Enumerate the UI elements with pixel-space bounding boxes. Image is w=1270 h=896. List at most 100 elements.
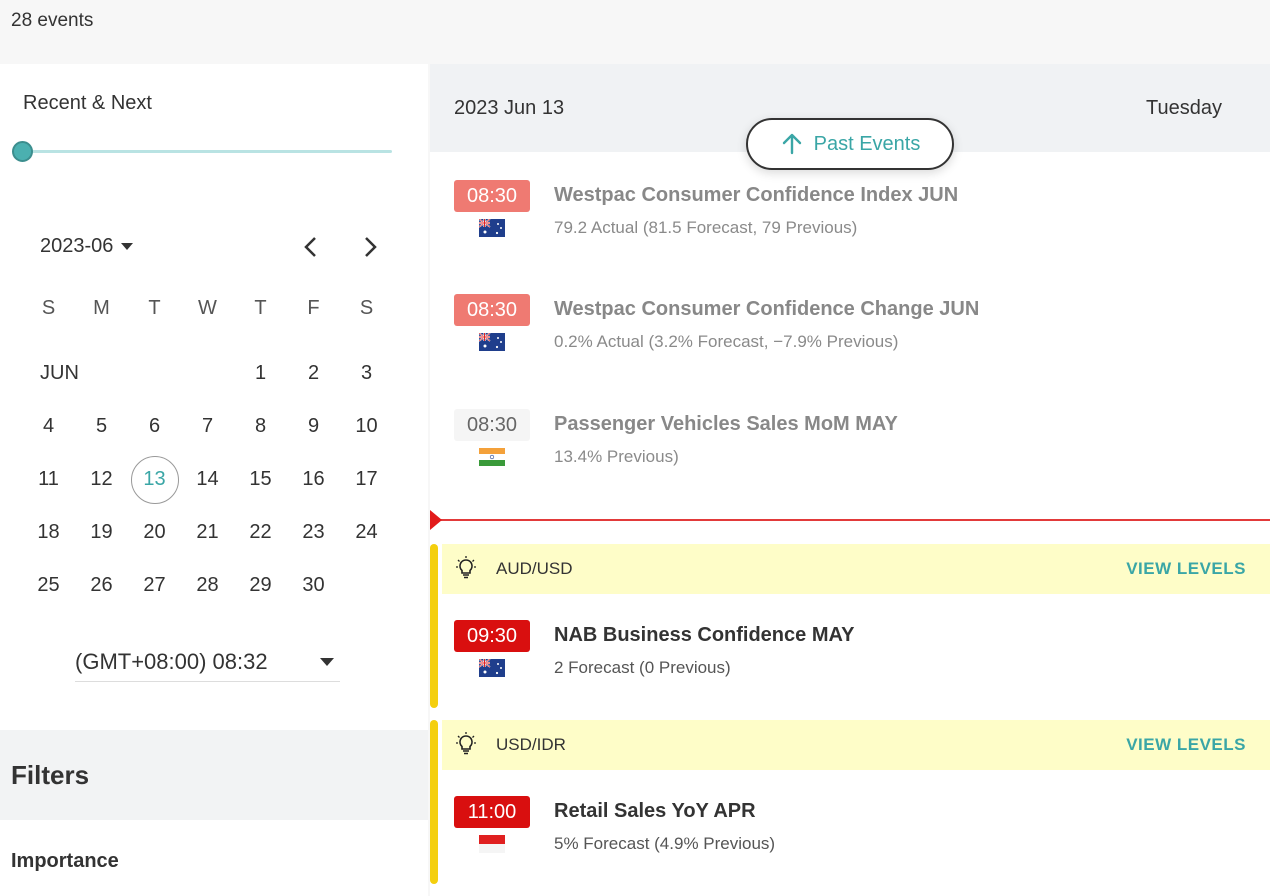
event-time-badge: 08:30 [454, 294, 530, 326]
calendar-day[interactable]: 11 [22, 459, 75, 499]
calendar-day[interactable]: 30 [287, 565, 340, 605]
calendar-empty [75, 353, 128, 393]
month-select-value: 2023-06 [40, 235, 114, 257]
calendar-day[interactable]: 21 [181, 512, 234, 552]
range-slider-track[interactable] [22, 150, 392, 153]
calendar-day[interactable]: 8 [234, 406, 287, 446]
currency-pair: AUD/USD [496, 559, 573, 578]
event-detail: 13.4% Previous) [554, 447, 679, 466]
event-title: Passenger Vehicles Sales MoM MAY [554, 413, 898, 435]
event-row[interactable]: 09:30 NAB Business Confidence MAY 2 Fore… [430, 620, 1270, 700]
australia-flag-icon [479, 219, 505, 237]
caret-down-icon [121, 243, 134, 250]
past-events-label: Past Events [813, 132, 921, 155]
prev-month-button[interactable] [296, 232, 326, 262]
australia-flag-icon [479, 333, 505, 351]
date-label: 2023 Jun 13 [454, 97, 565, 119]
past-events-button[interactable]: Past Events [746, 118, 954, 170]
calendar-day[interactable]: 9 [287, 406, 340, 446]
filters-title: Filters [11, 760, 90, 790]
indonesia-flag-icon [479, 835, 505, 853]
event-title: Westpac Consumer Confidence Index JUN [554, 184, 959, 206]
calendar-day[interactable]: 17 [340, 459, 393, 499]
calendar-day[interactable]: 5 [75, 406, 128, 446]
calendar-empty [181, 353, 234, 393]
event-title: Retail Sales YoY APR [554, 800, 756, 822]
calendar-week: 18 19 20 21 22 23 24 [22, 512, 393, 552]
sidebar: Recent & Next 2023-06 S M T W T F S JUN … [0, 64, 428, 896]
calendar-day[interactable]: 19 [75, 512, 128, 552]
view-levels-link[interactable]: VIEW LEVELS [1126, 735, 1246, 755]
calendar-day[interactable]: 3 [340, 353, 393, 393]
calendar-day[interactable]: 26 [75, 565, 128, 605]
event-row[interactable]: 11:00 Retail Sales YoY APR 5% Forecast (… [430, 796, 1270, 876]
calendar-empty [340, 565, 393, 605]
weekday-label: S [41, 297, 56, 319]
caret-down-icon [320, 657, 334, 666]
calendar-day[interactable]: 6 [128, 406, 181, 446]
events-list: 2023 Jun 13 Tuesday Past Events 08:30 We… [430, 64, 1270, 896]
arrow-up-icon [782, 133, 801, 155]
calendar-day[interactable]: 28 [181, 565, 234, 605]
chevron-right-icon [365, 237, 377, 257]
calendar-day[interactable]: 27 [128, 565, 181, 605]
next-month-button[interactable] [355, 232, 385, 262]
day-label: Tuesday [1146, 97, 1222, 119]
event-row[interactable]: 08:30 Westpac Consumer Confidence Change… [430, 294, 1270, 374]
event-time-badge: 09:30 [454, 620, 530, 652]
calendar-day[interactable]: 1 [234, 353, 287, 393]
timezone-value: (GMT+08:00) 08:32 [75, 648, 268, 674]
events-count: 28 events [11, 10, 94, 31]
weekday-label: T [148, 297, 161, 319]
calendar-week: 1 2 3 [22, 353, 393, 393]
event-group: USD/IDR VIEW LEVELS 11:00 Retail Sales Y… [430, 720, 1270, 890]
group-header: USD/IDR VIEW LEVELS [442, 720, 1270, 770]
calendar-week: 25 26 27 28 29 30 [22, 565, 393, 605]
range-slider-handle[interactable] [12, 141, 33, 162]
event-row[interactable]: 08:30 Westpac Consumer Confidence Index … [430, 180, 1270, 260]
event-time-badge: 08:30 [454, 409, 530, 441]
weekday-header: S M T W T F S [22, 288, 393, 328]
calendar-day-today[interactable]: 13 [128, 456, 181, 504]
lightbulb-icon [456, 732, 476, 755]
calendar-day[interactable]: 29 [234, 565, 287, 605]
weekday-label: T [254, 297, 267, 319]
event-detail: 5% Forecast (4.9% Previous) [554, 834, 776, 853]
calendar-day[interactable]: 4 [22, 406, 75, 446]
event-group: AUD/USD VIEW LEVELS 09:30 NAB Business C… [430, 544, 1270, 714]
weekday-label: F [307, 297, 320, 319]
calendar-day[interactable]: 23 [287, 512, 340, 552]
calendar-day[interactable]: 2 [287, 353, 340, 393]
group-header: AUD/USD VIEW LEVELS [442, 544, 1270, 594]
calendar-day[interactable]: 14 [181, 459, 234, 499]
calendar-empty [128, 353, 181, 393]
range-label: Recent & Next [23, 92, 152, 114]
calendar-day[interactable]: 20 [128, 512, 181, 552]
india-flag-icon [479, 448, 505, 466]
calendar-day[interactable]: 12 [75, 459, 128, 499]
calendar-day[interactable]: 16 [287, 459, 340, 499]
weekday-label: S [359, 297, 374, 319]
calendar-day[interactable]: 22 [234, 512, 287, 552]
australia-flag-icon [479, 659, 505, 677]
filters-header: Filters [0, 730, 428, 820]
current-time-marker-icon [430, 510, 442, 530]
current-time-line [430, 519, 1270, 521]
calendar-day[interactable]: 25 [22, 565, 75, 605]
calendar-week: 11 12 13 14 15 16 17 [22, 456, 393, 504]
view-levels-link[interactable]: VIEW LEVELS [1126, 559, 1246, 579]
importance-label: Importance [11, 850, 119, 872]
timezone-select[interactable]: (GMT+08:00) 08:32 [75, 642, 340, 682]
event-time-badge: 08:30 [454, 180, 530, 212]
calendar-day[interactable]: 15 [234, 459, 287, 499]
calendar-day[interactable]: 7 [181, 406, 234, 446]
calendar-day[interactable]: 18 [22, 512, 75, 552]
event-row[interactable]: 08:30 Passenger Vehicles Sales MoM MAY 1… [430, 409, 1270, 489]
calendar-day[interactable]: 24 [340, 512, 393, 552]
calendar-day[interactable]: 10 [340, 406, 393, 446]
month-select[interactable]: 2023-06 [40, 235, 134, 258]
event-detail: 0.2% Actual (3.2% Forecast, −7.9% Previo… [554, 332, 899, 351]
weekday-label: W [198, 297, 217, 319]
calendar-empty [22, 353, 75, 393]
lightbulb-icon [456, 556, 476, 579]
